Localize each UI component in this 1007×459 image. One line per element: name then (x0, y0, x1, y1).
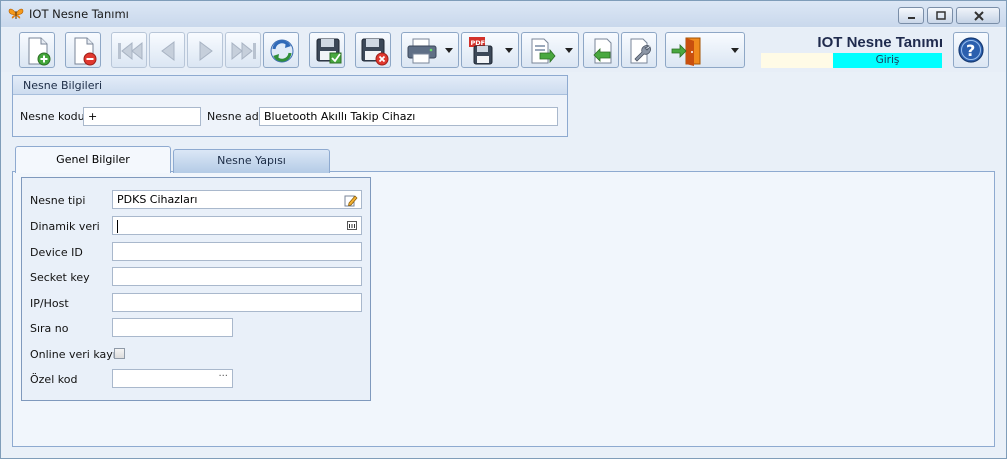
import-icon (593, 38, 612, 64)
export-button[interactable] (521, 32, 579, 68)
dinamik-veri-input[interactable] (112, 216, 362, 235)
next-record-icon (199, 41, 213, 61)
secket-key-input[interactable] (112, 267, 362, 286)
nesne-adi-input[interactable]: Bluetooth Akıllı Takip Cihazı (259, 107, 558, 126)
edit-pencil-icon[interactable] (344, 193, 358, 207)
nesne-bilgileri-header: Nesne Bilgileri (13, 76, 567, 95)
tab-genel-bilgiler[interactable]: Genel Bilgiler (15, 146, 171, 173)
device-id-label: Device ID (30, 246, 83, 259)
previous-record-button[interactable] (149, 32, 185, 68)
last-record-icon (231, 41, 256, 61)
pdf-button[interactable]: PDF (461, 32, 519, 68)
save-cancel-button[interactable] (355, 32, 391, 68)
refresh-button[interactable] (263, 32, 299, 68)
new-document-icon (28, 37, 51, 66)
nesne-tipi-value: PDKS Cihazları (117, 193, 198, 206)
first-record-icon (118, 41, 143, 61)
tab-nesne-yapisi[interactable]: Nesne Yapısı (173, 149, 330, 173)
next-record-button[interactable] (187, 32, 223, 68)
close-button[interactable] (956, 7, 1000, 24)
help-icon: ? (958, 37, 984, 63)
help-button[interactable]: ? (953, 32, 989, 68)
ozel-kod-input[interactable]: ··· (112, 369, 233, 388)
nesne-adi-label: Nesne adı (207, 110, 262, 123)
maximize-button[interactable] (927, 7, 953, 24)
import-button[interactable] (583, 32, 619, 68)
form-title: IOT Nesne Tanımı (817, 34, 943, 51)
pdf-save-icon: PDF (469, 37, 493, 65)
main-window: IOT Nesne Tanımı PDF IOT Nesne Tanımı Gi… (0, 0, 1007, 459)
printer-icon (407, 38, 437, 64)
exit-door-icon (671, 37, 701, 66)
online-veri-kayit-label: Online veri kayıt (30, 348, 121, 361)
wrench-icon (630, 38, 651, 64)
save-button[interactable] (309, 32, 345, 68)
nesne-kodu-label: Nesne kodu (20, 110, 85, 123)
nesne-kodu-input[interactable]: + (83, 107, 201, 126)
sira-no-label: Sıra no (30, 322, 69, 335)
mode-indicator-left (761, 53, 833, 68)
genel-bilgiler-group (21, 177, 371, 401)
save-icon (316, 38, 342, 64)
export-icon (531, 38, 556, 64)
minimize-icon (908, 17, 915, 19)
print-dropdown-arrow-icon[interactable] (445, 48, 453, 53)
delete-document-icon (74, 37, 97, 66)
tools-button[interactable] (621, 32, 657, 68)
export-dropdown-arrow-icon[interactable] (565, 48, 573, 53)
new-button[interactable] (19, 32, 55, 68)
nesne-tipi-label: Nesne tipi (30, 194, 86, 207)
dinamik-veri-label: Dinamik veri (30, 220, 100, 233)
restore-icon (936, 11, 946, 20)
exit-dropdown-arrow-icon[interactable] (731, 48, 739, 53)
ip-host-input[interactable] (112, 293, 362, 312)
last-record-button[interactable] (225, 32, 261, 68)
pdf-dropdown-arrow-icon[interactable] (505, 48, 513, 53)
ip-host-label: IP/Host (30, 297, 69, 310)
save-cancel-icon (361, 38, 389, 66)
minimize-button[interactable] (898, 7, 924, 24)
text-caret (117, 219, 118, 233)
ellipsis-icon[interactable]: ··· (218, 370, 228, 385)
window-title: IOT Nesne Tanımı (29, 7, 129, 21)
delete-button[interactable] (65, 32, 101, 68)
calendar-icon[interactable] (347, 221, 357, 230)
title-bar[interactable]: IOT Nesne Tanımı (1, 1, 1006, 27)
nesne-bilgileri-group: Nesne Bilgileri (12, 75, 568, 137)
print-button[interactable] (401, 32, 459, 68)
svg-text:?: ? (966, 41, 975, 60)
ozel-kod-label: Özel kod (30, 373, 78, 386)
refresh-icon (270, 39, 294, 63)
close-icon (974, 11, 984, 21)
online-veri-kayit-checkbox[interactable] (114, 348, 125, 359)
secket-key-label: Secket key (30, 271, 90, 284)
device-id-input[interactable] (112, 242, 362, 261)
nesne-tipi-input[interactable]: PDKS Cihazları (112, 190, 362, 209)
previous-record-icon (161, 41, 175, 61)
exit-button[interactable] (665, 32, 745, 68)
butterfly-app-icon (8, 6, 24, 22)
sira-no-input[interactable] (112, 318, 233, 337)
mode-badge: Giriş (833, 53, 942, 68)
first-record-button[interactable] (111, 32, 147, 68)
